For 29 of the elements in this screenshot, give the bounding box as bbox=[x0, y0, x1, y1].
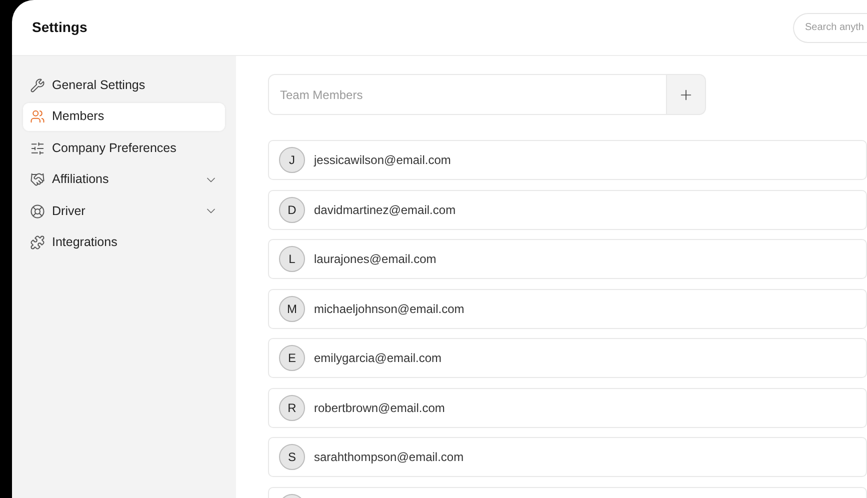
users-icon bbox=[30, 109, 45, 124]
member-row[interactable]: R robertbrown@email.com bbox=[268, 388, 867, 428]
member-email: michaeljohnson@email.com bbox=[314, 300, 464, 318]
member-email: davidmartinez@email.com bbox=[314, 202, 456, 218]
member-row[interactable]: D davidmartinez@email.com bbox=[268, 190, 867, 230]
sidebar-item[interactable]: General Settings bbox=[23, 71, 225, 99]
sidebar-item[interactable]: Affiliations bbox=[23, 166, 225, 194]
team-input-field[interactable]: Team Members bbox=[268, 74, 666, 115]
handshake-icon bbox=[30, 172, 45, 187]
sidebar-item[interactable]: Members bbox=[23, 102, 225, 130]
member-row[interactable]: S sarahthompson@email.com bbox=[268, 437, 867, 477]
sidebar-item[interactable]: Integrations bbox=[23, 228, 225, 256]
sliders-icon bbox=[30, 140, 45, 156]
puzzle-icon bbox=[30, 235, 45, 250]
member-email: jessicawilson@email.com bbox=[314, 152, 451, 169]
member-row[interactable]: E emilygarcia@email.com bbox=[268, 338, 867, 378]
page-title: Settings bbox=[32, 18, 88, 37]
search-field[interactable]: Search anyth bbox=[793, 12, 867, 42]
member-email: laurajones@email.com bbox=[314, 251, 436, 268]
add-button[interactable] bbox=[666, 74, 706, 115]
member-email: emilygarcia@email.com bbox=[314, 350, 442, 367]
sidebar-item[interactable]: Driver bbox=[23, 197, 225, 225]
tools-icon bbox=[30, 78, 45, 92]
member-row[interactable]: L laurajones@email.com bbox=[268, 239, 867, 279]
member-email: robertbrown@email.com bbox=[314, 400, 445, 416]
member-row[interactable]: M michaeljohnson@email.com bbox=[268, 288, 867, 328]
member-row[interactable]: J jessicawilson@email.com bbox=[268, 140, 867, 180]
sidebar-item[interactable]: Company Preferences bbox=[23, 134, 225, 162]
member-email: sarahthompson@email.com bbox=[314, 449, 464, 466]
